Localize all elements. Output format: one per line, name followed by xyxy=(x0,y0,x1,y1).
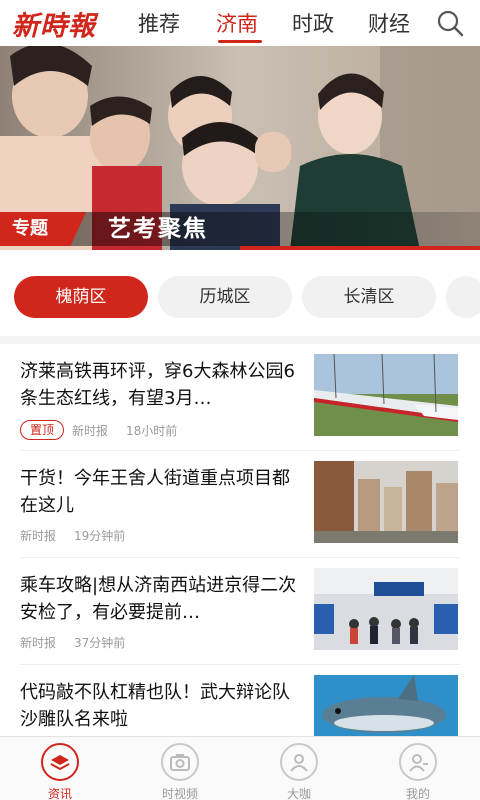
tab-politics[interactable]: 时政 xyxy=(292,8,334,38)
feature-banner[interactable]: 专题 艺考聚焦 xyxy=(0,46,480,250)
active-tab-indicator xyxy=(218,40,262,43)
bottom-tab-label: 资讯 xyxy=(47,787,72,800)
news-stack-icon xyxy=(41,743,79,781)
bottom-tab-label: 我的 xyxy=(405,787,430,800)
bottom-tab-label: 时视频 xyxy=(161,787,198,800)
district-pill-changqing[interactable]: 长清区 xyxy=(302,276,436,318)
news-thumbnail xyxy=(314,461,458,543)
news-title: 干货！今年王舍人街道重点项目都在这儿 xyxy=(20,468,290,516)
train-image xyxy=(314,354,458,436)
buildings-image xyxy=(314,461,458,543)
news-source: 新时报 xyxy=(20,636,57,650)
news-meta: 新时报 37分钟前 xyxy=(20,634,125,651)
news-title: 代码敲不队杠精也队！武大辩论队沙雕队名来啦 xyxy=(20,682,290,730)
news-title: 济莱高铁再环评，穿6大森林公园6条生态红线，有望3月… xyxy=(20,361,295,409)
news-thumbnail xyxy=(314,354,458,436)
top-nav-bar: 新時報 推荐 济南 时政 财经 xyxy=(0,0,480,44)
news-time: 19分钟前 xyxy=(74,529,126,543)
station-image xyxy=(314,568,458,650)
news-thumbnail xyxy=(314,568,458,650)
tab-jinan[interactable]: 济南 xyxy=(216,8,258,38)
news-time: 18小时前 xyxy=(126,423,178,438)
bottom-tab-video[interactable]: 时视频 xyxy=(140,743,220,800)
district-pill-huaiyin[interactable]: 槐荫区 xyxy=(14,276,148,318)
section-divider xyxy=(0,336,480,344)
district-pill-licheng[interactable]: 历城区 xyxy=(158,276,292,318)
news-source: 新时报 xyxy=(72,423,109,438)
news-meta: 新时报 19分钟前 xyxy=(20,527,125,544)
news-item[interactable]: 代码敲不队杠精也队！武大辩论队沙雕队名来啦 xyxy=(0,665,480,736)
banner-title: 艺考聚焦 xyxy=(108,216,208,242)
bottom-tab-label: 大咖 xyxy=(286,787,311,800)
news-source: 新时报 xyxy=(20,529,57,543)
bottom-tab-mine[interactable]: 我的 xyxy=(378,743,458,800)
bottom-tab-experts[interactable]: 大咖 xyxy=(259,743,339,800)
search-icon[interactable] xyxy=(436,9,464,37)
bottom-tab-news[interactable]: 资讯 xyxy=(20,743,100,800)
banner-carousel-progress xyxy=(240,246,480,250)
news-time: 37分钟前 xyxy=(74,636,126,650)
shark-image xyxy=(314,675,458,736)
pinned-badge: 置顶 xyxy=(20,420,65,440)
district-pill-more[interactable] xyxy=(446,276,480,318)
tab-finance[interactable]: 财经 xyxy=(368,8,410,38)
person-icon xyxy=(280,743,318,781)
news-item[interactable]: 乘车攻略|想从济南西站进京得二次安检了，有必要提前… 新时报 37分钟前 xyxy=(0,558,480,665)
news-thumbnail xyxy=(314,675,458,736)
camera-icon xyxy=(161,743,199,781)
bottom-nav-bar: 资讯 时视频 大咖 我的 xyxy=(0,736,480,800)
app-logo[interactable]: 新時報 xyxy=(12,4,96,43)
news-item[interactable]: 济莱高铁再环评，穿6大森林公园6条生态红线，有望3月… 置顶 新时报 18小时前 xyxy=(0,344,480,451)
news-title: 乘车攻略|想从济南西站进京得二次安检了，有必要提前… xyxy=(20,575,297,623)
news-item[interactable]: 干货！今年王舍人街道重点项目都在这儿 新时报 19分钟前 xyxy=(0,451,480,558)
district-filter: 槐荫区 历城区 长清区 xyxy=(0,266,480,328)
tab-recommend[interactable]: 推荐 xyxy=(138,8,180,38)
news-meta: 置顶 新时报 18小时前 xyxy=(20,420,177,440)
profile-icon xyxy=(399,743,437,781)
